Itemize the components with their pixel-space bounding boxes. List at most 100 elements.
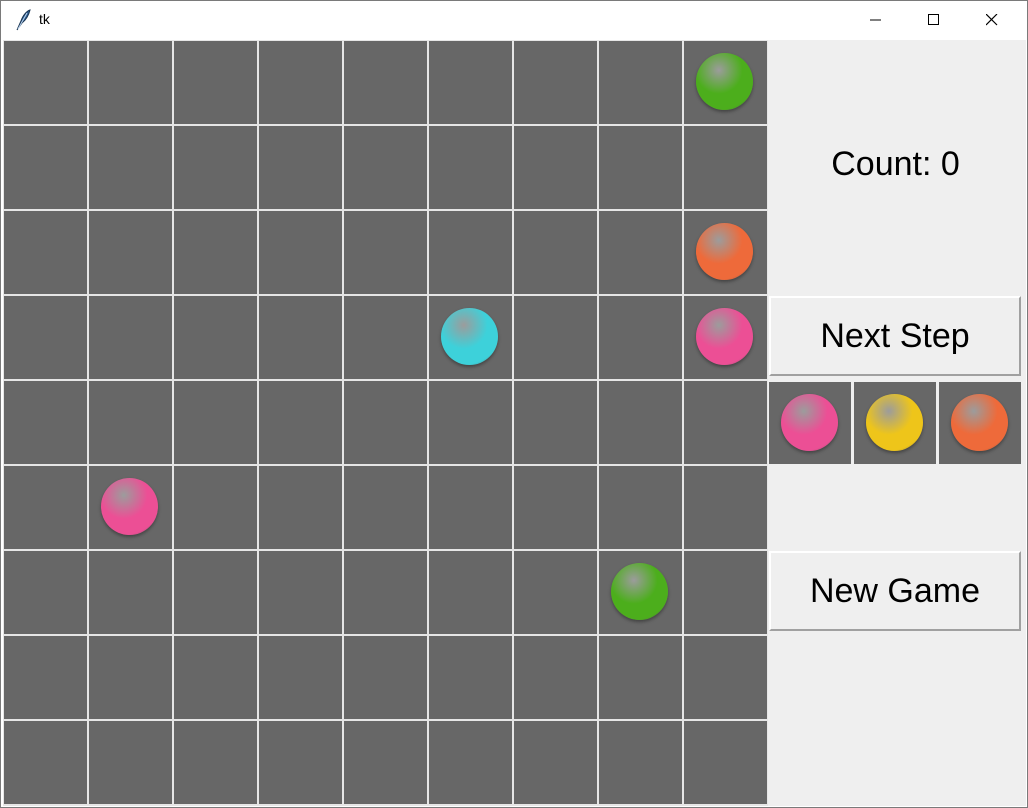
board-cell[interactable] [174, 381, 257, 464]
board-cell[interactable] [4, 41, 87, 124]
board-cell[interactable] [684, 126, 767, 209]
board-cell[interactable] [429, 126, 512, 209]
board-cell[interactable] [344, 721, 427, 804]
board-cell[interactable] [174, 551, 257, 634]
board-cell[interactable] [684, 636, 767, 719]
board-cell[interactable] [599, 381, 682, 464]
board-cell[interactable] [174, 41, 257, 124]
maximize-icon [928, 14, 939, 25]
board-cell[interactable] [599, 211, 682, 294]
close-icon [986, 14, 998, 26]
board-cell[interactable] [684, 296, 767, 379]
board-cell[interactable] [89, 126, 172, 209]
board-cell[interactable] [259, 296, 342, 379]
board-cell[interactable] [174, 126, 257, 209]
board-cell[interactable] [429, 296, 512, 379]
board-cell[interactable] [344, 466, 427, 549]
next-step-button[interactable]: Next Step [769, 296, 1021, 376]
board-cell[interactable] [684, 721, 767, 804]
board-cell[interactable] [259, 636, 342, 719]
board-cell[interactable] [4, 296, 87, 379]
board-cell[interactable] [174, 721, 257, 804]
board-cell[interactable] [4, 721, 87, 804]
board-cell[interactable] [4, 381, 87, 464]
next-ball-slot [854, 382, 936, 464]
board-cell[interactable] [429, 381, 512, 464]
board-cell[interactable] [4, 636, 87, 719]
board-cell[interactable] [89, 466, 172, 549]
board-cell[interactable] [429, 551, 512, 634]
board-cell[interactable] [174, 211, 257, 294]
board-cell[interactable] [599, 126, 682, 209]
maximize-button[interactable] [905, 0, 963, 40]
board-cell[interactable] [514, 381, 597, 464]
board-cell[interactable] [4, 211, 87, 294]
board-cell[interactable] [599, 721, 682, 804]
board-cell[interactable] [429, 211, 512, 294]
side-panel: Count: 0 Next Step New Game [768, 40, 1026, 806]
board-cell[interactable] [684, 551, 767, 634]
board-cell[interactable] [174, 296, 257, 379]
board-cell[interactable] [429, 636, 512, 719]
board-cell[interactable] [259, 126, 342, 209]
pink-ball[interactable] [696, 308, 753, 365]
board-cell[interactable] [89, 381, 172, 464]
window-title: tk [39, 11, 50, 27]
board-cell[interactable] [89, 721, 172, 804]
board-cell[interactable] [174, 466, 257, 549]
board-cell[interactable] [344, 636, 427, 719]
board-cell[interactable] [684, 211, 767, 294]
board-cell[interactable] [4, 551, 87, 634]
board-cell[interactable] [89, 211, 172, 294]
board-cell[interactable] [4, 466, 87, 549]
green-ball[interactable] [696, 53, 753, 110]
pink-ball[interactable] [101, 478, 158, 535]
board-cell[interactable] [514, 721, 597, 804]
board-cell[interactable] [599, 636, 682, 719]
board-cell[interactable] [89, 296, 172, 379]
board-cell[interactable] [684, 41, 767, 124]
board-cell[interactable] [344, 41, 427, 124]
board-cell[interactable] [514, 466, 597, 549]
board-cell[interactable] [599, 466, 682, 549]
board-cell[interactable] [684, 466, 767, 549]
board-cell[interactable] [599, 551, 682, 634]
cyan-ball[interactable] [441, 308, 498, 365]
board-cell[interactable] [514, 126, 597, 209]
new-game-button[interactable]: New Game [769, 551, 1021, 631]
board-cell[interactable] [259, 41, 342, 124]
board-cell[interactable] [599, 41, 682, 124]
board-cell[interactable] [514, 551, 597, 634]
next-ball-slot [939, 382, 1021, 464]
board-cell[interactable] [259, 466, 342, 549]
board-cell[interactable] [684, 381, 767, 464]
board-cell[interactable] [259, 721, 342, 804]
board-cell[interactable] [344, 296, 427, 379]
board-cell[interactable] [259, 211, 342, 294]
board-cell[interactable] [4, 126, 87, 209]
board-cell[interactable] [429, 41, 512, 124]
board-cell[interactable] [514, 41, 597, 124]
board-cell[interactable] [599, 296, 682, 379]
board-cell[interactable] [429, 466, 512, 549]
board-cell[interactable] [259, 551, 342, 634]
board-cell[interactable] [89, 41, 172, 124]
board-cell[interactable] [89, 551, 172, 634]
board-cell[interactable] [514, 211, 597, 294]
game-board [3, 40, 768, 806]
minimize-button[interactable] [847, 0, 905, 40]
board-cell[interactable] [259, 381, 342, 464]
board-cell[interactable] [344, 211, 427, 294]
feather-icon [13, 9, 33, 31]
board-cell[interactable] [174, 636, 257, 719]
close-button[interactable] [963, 0, 1021, 40]
board-cell[interactable] [344, 551, 427, 634]
board-cell[interactable] [514, 296, 597, 379]
green-ball[interactable] [611, 563, 668, 620]
board-cell[interactable] [344, 126, 427, 209]
board-cell[interactable] [429, 721, 512, 804]
board-cell[interactable] [344, 381, 427, 464]
board-cell[interactable] [514, 636, 597, 719]
orange-ball[interactable] [696, 223, 753, 280]
board-cell[interactable] [89, 636, 172, 719]
